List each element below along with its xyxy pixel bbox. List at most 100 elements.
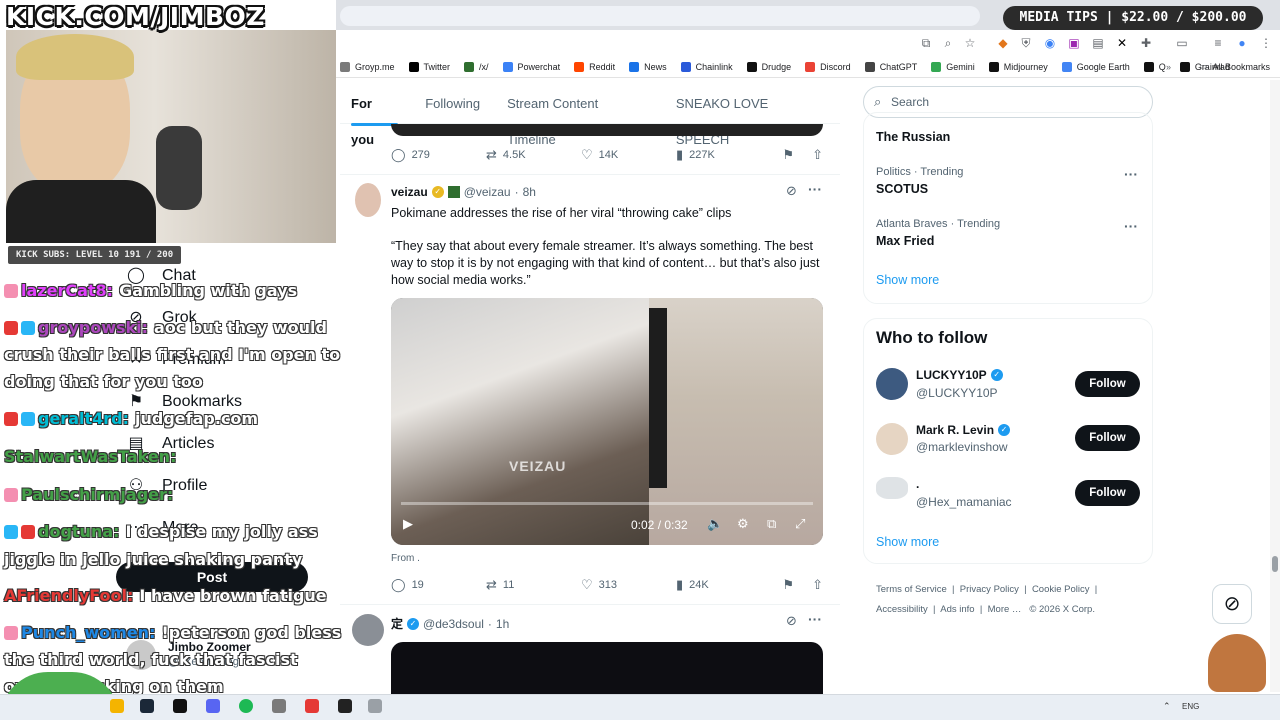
menu-icon[interactable]: ⋮	[1258, 35, 1274, 51]
tweet-time[interactable]: 1h	[496, 617, 509, 631]
zoom-icon[interactable]: ⌕	[940, 35, 956, 51]
media-preview[interactable]	[391, 124, 823, 136]
author-handle[interactable]: @veizau	[464, 185, 511, 199]
tab-following[interactable]: Following	[425, 86, 480, 122]
follow-button[interactable]: Follow	[1075, 425, 1140, 451]
sidebar-icon[interactable]: ▭	[1174, 35, 1190, 51]
extension-icon[interactable]: ⧉	[918, 35, 934, 51]
shield-icon[interactable]: ⛨	[1018, 35, 1034, 51]
share-icon[interactable]: ⇧	[812, 577, 823, 593]
more-options-icon[interactable]: ···	[808, 181, 822, 197]
sound-icon[interactable]: ◉	[1042, 35, 1058, 51]
avatar[interactable]	[355, 183, 381, 217]
x-logo-icon[interactable]: ✕	[1114, 35, 1130, 51]
video-player[interactable]: VEIZAU ▶ 0:02 / 0:32 🔈 ⚙ ⧉ ⤢	[391, 298, 823, 545]
metamask-icon[interactable]: ◆	[995, 35, 1011, 51]
more-options-icon[interactable]: ···	[1124, 218, 1138, 234]
views-button[interactable]: ▮ 24K	[676, 577, 771, 593]
play-icon[interactable]: ▶	[403, 516, 413, 532]
star-icon[interactable]: ☆	[962, 35, 978, 51]
source-text[interactable]: From .	[391, 553, 420, 564]
scrollbar-thumb[interactable]	[1272, 556, 1278, 572]
show-more-link[interactable]: Show more	[876, 273, 939, 287]
footer-link[interactable]: Ads info	[940, 604, 974, 615]
extension-icon[interactable]: ▤	[1090, 35, 1106, 51]
follow-button[interactable]: Follow	[1075, 371, 1140, 397]
grok-icon[interactable]: ⊘	[1212, 584, 1252, 624]
share-icon[interactable]: ⇧	[812, 147, 823, 163]
follow-name[interactable]: LUCKYY10P ✓	[916, 368, 1003, 382]
puzzle-icon[interactable]: ✚	[1138, 35, 1154, 51]
follow-name[interactable]: Mark R. Levin ✓	[916, 423, 1011, 437]
grok-icon[interactable]: ⊘	[786, 613, 797, 629]
show-more-link[interactable]: Show more	[876, 535, 939, 549]
bookmark-item[interactable]: Discord	[805, 61, 851, 72]
author-name[interactable]: veizau	[391, 185, 428, 199]
tab-sneako-love-speech[interactable]: SNEAKO LOVE SPEECH	[676, 86, 824, 147]
app-icon[interactable]	[272, 699, 286, 713]
repost-button[interactable]: ⇄ 4.5K	[486, 147, 581, 163]
more-options-icon[interactable]: ···	[808, 611, 822, 627]
bookmark-item[interactable]: Chainlink	[680, 61, 733, 72]
like-button[interactable]: ♡ 14K	[581, 147, 676, 163]
bookmark-item[interactable]: Google Earth	[1061, 61, 1130, 72]
reply-button[interactable]: ◯ 19	[391, 577, 486, 593]
bookmark-item[interactable]: /x/	[464, 61, 489, 72]
bookmark-icon[interactable]: ⚑	[782, 147, 794, 163]
avatar-icon[interactable]: ●	[1234, 35, 1250, 51]
trend-name[interactable]: The Russian	[876, 130, 950, 144]
author-handle[interactable]: @de3dsoul	[423, 617, 484, 631]
footer-link[interactable]: Terms of Service	[876, 584, 947, 595]
bookmark-item[interactable]: News	[629, 61, 667, 72]
address-bar[interactable]	[340, 6, 980, 26]
grok-icon[interactable]: ⊘	[786, 183, 797, 199]
reply-button[interactable]: ◯ 279	[391, 147, 486, 163]
settings-icon[interactable]: ⚙	[737, 516, 749, 532]
avatar[interactable]	[876, 423, 908, 455]
app-icon[interactable]	[305, 699, 319, 713]
downloads-icon[interactable]: ≡	[1210, 35, 1226, 51]
video-progress[interactable]	[401, 502, 813, 505]
footer-link[interactable]: Privacy Policy	[960, 584, 1019, 595]
footer-link[interactable]: Cookie Policy	[1032, 584, 1090, 595]
footer-link[interactable]: Accessibility	[876, 604, 928, 615]
steam-icon[interactable]	[140, 699, 154, 713]
follow-button[interactable]: Follow	[1075, 480, 1140, 506]
tray-chevron-icon[interactable]: ⌃	[1163, 701, 1171, 712]
follow-name[interactable]: .	[916, 477, 919, 491]
trend-name[interactable]: SCOTUS	[876, 182, 928, 196]
footer-link[interactable]: More …	[988, 604, 1022, 615]
fullscreen-icon[interactable]: ⤢	[795, 516, 805, 532]
views-button[interactable]: ▮ 227K	[676, 147, 771, 163]
author-name[interactable]: 定	[391, 615, 403, 632]
bookmark-item[interactable]: Twitter	[408, 61, 450, 72]
repost-button[interactable]: ⇄ 11	[486, 577, 581, 593]
extension-icon[interactable]: ▣	[1066, 35, 1082, 51]
bookmark-item[interactable]: Q	[1143, 61, 1166, 72]
bookmark-item[interactable]: Gemini	[931, 61, 975, 72]
bookmark-item[interactable]: Powerchat	[502, 61, 560, 72]
avatar[interactable]	[876, 477, 908, 499]
discord-icon[interactable]	[206, 699, 220, 713]
bookmark-item[interactable]: Reddit	[574, 61, 615, 72]
app-icon[interactable]	[368, 699, 382, 713]
spotify-icon[interactable]	[239, 699, 253, 713]
bookmark-icon[interactable]: ⚑	[782, 577, 794, 593]
like-button[interactable]: ♡ 313	[581, 577, 676, 593]
scrollbar[interactable]	[1270, 80, 1280, 692]
bookmark-item[interactable]: ChatGPT	[864, 61, 917, 72]
tab-stream-content-timeline[interactable]: Stream Content Timeline	[507, 86, 649, 147]
language-indicator[interactable]: ENG	[1182, 702, 1199, 711]
media-preview[interactable]	[391, 642, 823, 694]
all-bookmarks-button[interactable]: » ▭ All Bookmarks	[1166, 61, 1270, 72]
volume-icon[interactable]: 🔈	[707, 516, 723, 532]
terminal-icon[interactable]	[173, 699, 187, 713]
bookmark-item[interactable]: Groyp.me	[340, 61, 395, 72]
avatar[interactable]	[352, 614, 384, 646]
bookmark-item[interactable]: Midjourney	[988, 61, 1048, 72]
tweet-time[interactable]: 8h	[523, 185, 536, 199]
avatar[interactable]	[876, 368, 908, 400]
trend-name[interactable]: Max Fried	[876, 234, 934, 248]
bookmark-item[interactable]: Drudge	[746, 61, 791, 72]
pip-icon[interactable]: ⧉	[767, 516, 776, 532]
